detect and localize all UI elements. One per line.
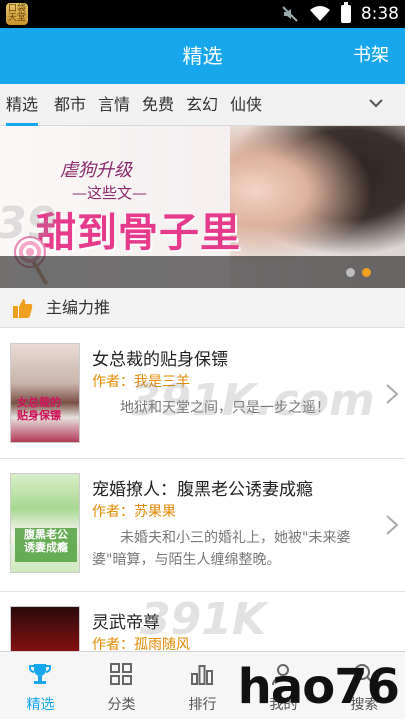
book-cover: 女总裁的 贴身保镖	[10, 343, 80, 443]
tab-urban[interactable]: 都市	[54, 84, 86, 126]
page-title: 精选	[182, 44, 223, 68]
app-notification-icon: 口袋天堂	[6, 3, 28, 25]
author-name: 苏果果	[134, 504, 176, 520]
book-description: 未婚夫和小三的婚礼上，她被"未来婆婆"暗算，与陌生人缠绵整晚。	[92, 530, 351, 568]
pager-dot-2-active[interactable]	[362, 268, 371, 277]
wifi-icon	[309, 6, 330, 21]
book-description: 地狱和天堂之间，只是一步之遥！	[120, 400, 330, 416]
grid-icon	[110, 663, 132, 685]
book-title: 灵武帝尊	[92, 613, 160, 633]
book-title: 宠婚撩人：腹黑老公诱妻成瘾	[92, 480, 313, 500]
author-prefix: 作者：	[92, 504, 134, 520]
chevron-down-icon[interactable]	[369, 96, 383, 110]
section-title: 主编力推	[46, 298, 111, 317]
author-name: 孤雨随风	[134, 637, 190, 651]
list-item-book-1[interactable]: 女总裁的 贴身保镖 女总裁的贴身保镖 作者：我是三羊 地狱和天堂之间，只是一步之遥…	[0, 329, 405, 459]
pager-dot-1[interactable]	[346, 268, 355, 277]
book-cover: 腹黑老公 诱妻成瘾	[10, 473, 80, 573]
nav-featured[interactable]: 精选	[0, 652, 81, 719]
app-icon-text: 口袋天堂	[7, 4, 26, 23]
book-author: 作者：我是三羊	[92, 371, 190, 391]
tab-free[interactable]: 免费	[142, 84, 174, 126]
book-cover	[10, 606, 80, 651]
category-tabs: 精选 都市 言情 免费 玄幻 仙侠	[0, 84, 405, 126]
book-author: 作者：苏果果	[92, 501, 176, 521]
hao76-watermark-logo: hao76	[237, 659, 400, 715]
author-prefix: 作者：	[92, 374, 134, 390]
trophy-icon	[29, 664, 51, 684]
clock: 8:38	[360, 4, 399, 24]
banner-headline: 甜到骨子里	[36, 209, 241, 256]
tab-xianxia[interactable]: 仙侠	[230, 84, 262, 126]
chevron-right-icon	[386, 384, 399, 404]
nav-label: 分类	[107, 697, 136, 713]
battery-icon	[340, 2, 351, 23]
banner-tag: 虐狗升级	[60, 160, 132, 181]
bar-chart-icon	[191, 665, 213, 685]
author-prefix: 作者：	[92, 637, 134, 651]
promo-banner[interactable]: 虐狗升级 —这些文— 甜到骨子里 39	[0, 126, 405, 288]
tab-featured[interactable]: 精选	[6, 84, 39, 126]
app-bar: 精选 书架	[0, 28, 405, 84]
list-item-book-2[interactable]: 腹黑老公 诱妻成瘾 宠婚撩人：腹黑老公诱妻成瘾 作者：苏果果 未婚夫和小三的婚礼上…	[0, 459, 405, 592]
nav-label: 精选	[26, 697, 55, 713]
nav-label: 排行	[188, 697, 217, 713]
banner-pager-bar	[0, 256, 405, 288]
thumbs-up-icon	[13, 299, 33, 318]
section-header: 主编力推	[0, 288, 405, 328]
bookshelf-button[interactable]: 书架	[353, 28, 389, 84]
book-author: 作者：孤雨随风	[92, 634, 190, 651]
nav-category[interactable]: 分类	[81, 652, 162, 719]
status-icons: 8:38	[281, 0, 399, 28]
mute-icon	[282, 6, 298, 22]
tab-fantasy[interactable]: 玄幻	[186, 84, 218, 126]
list-item-book-3[interactable]: 灵武帝尊 作者：孤雨随风 391K	[0, 592, 405, 651]
nav-ranking[interactable]: 排行	[162, 652, 243, 719]
chevron-right-icon	[386, 515, 399, 535]
book-title: 女总裁的贴身保镖	[92, 350, 228, 370]
author-name: 我是三羊	[134, 374, 190, 390]
tab-romance[interactable]: 言情	[98, 84, 130, 126]
status-bar: 口袋天堂 8:38	[0, 0, 405, 28]
